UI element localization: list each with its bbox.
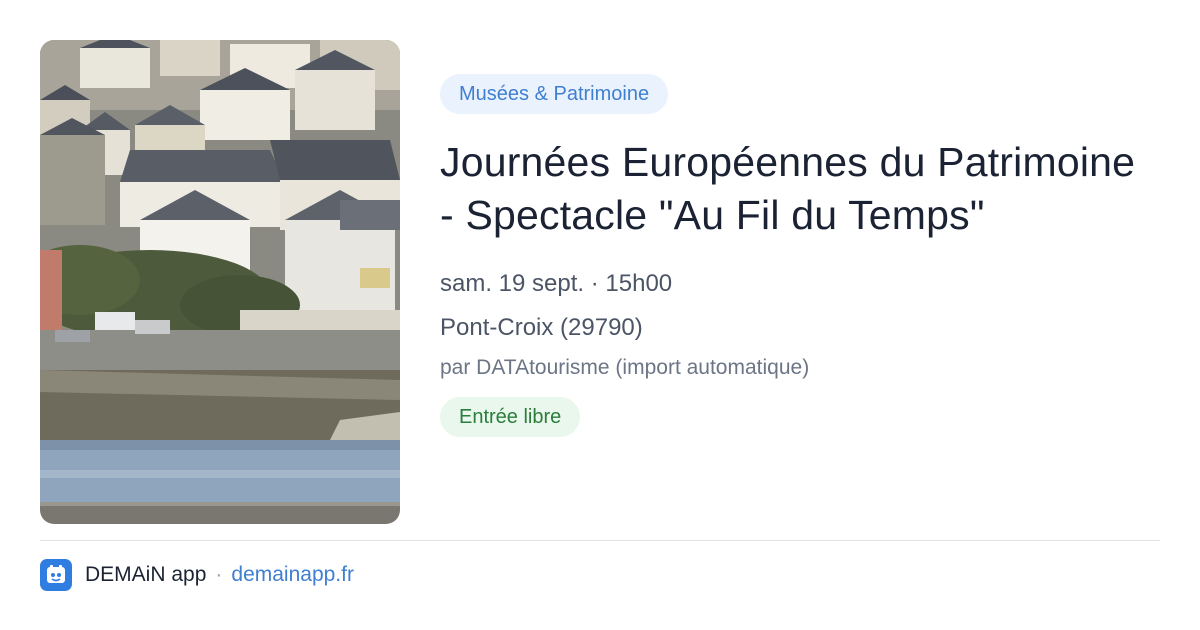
event-date-time: sam. 19 sept. · 15h00 <box>440 270 673 297</box>
event-photo <box>40 40 400 524</box>
footer-separator: · <box>215 563 223 586</box>
app-name: DEMAiN app <box>85 563 207 586</box>
event-title: Journées Européennes du Patrimoine - Spe… <box>440 139 1136 238</box>
category-badge[interactable]: Musées & Patrimoine <box>440 74 669 114</box>
price-badge: Entrée libre <box>440 397 581 437</box>
footer: DEMAiN app · demainapp.fr <box>40 559 354 591</box>
event-author: par DATAtourisme (import automatique) <box>440 356 810 379</box>
event-location: Pont-Croix (29790) <box>440 314 643 341</box>
event-share-card: Musées & Patrimoine Journées Européennes… <box>0 0 1200 630</box>
app-website-link[interactable]: demainapp.fr <box>231 563 354 587</box>
price-badge-wrap: Entrée libre <box>440 397 1160 437</box>
footer-divider <box>40 540 1160 541</box>
harbor-village-photo <box>40 40 400 524</box>
event-details: Musées & Patrimoine Journées Européennes… <box>440 74 1160 437</box>
demain-app-logo-icon[interactable] <box>40 559 72 591</box>
